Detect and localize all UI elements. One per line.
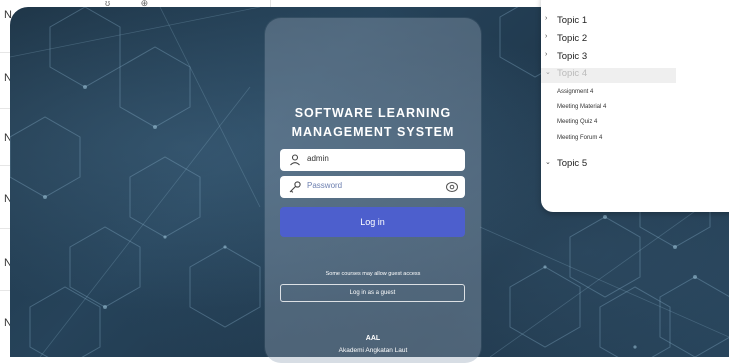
user-icon	[290, 154, 300, 166]
site-title-line1: SOFTWARE LEARNING	[294, 106, 452, 120]
login-button[interactable]: Log in	[280, 207, 465, 237]
topic-item[interactable]: › Topic 2	[541, 33, 676, 48]
site-title-line2: MANAGEMENT SYSTEM	[291, 125, 455, 139]
username-value: admin	[307, 154, 329, 163]
topic-item[interactable]: › Topic 3	[541, 51, 676, 66]
key-icon	[289, 181, 301, 193]
topic-subitem[interactable]: Meeting Material 4	[557, 104, 606, 110]
login-card: SOFTWARE LEARNING MANAGEMENT SYSTEM admi…	[265, 18, 481, 363]
site-title: SOFTWARE LEARNING MANAGEMENT SYSTEM	[265, 104, 481, 142]
chevron-right-icon: ›	[545, 15, 548, 22]
chevron-right-icon: ›	[545, 51, 548, 58]
topic-item[interactable]: ⌄ Topic 5	[541, 158, 676, 173]
topic-label: Topic 1	[557, 15, 588, 26]
password-placeholder: Password	[307, 181, 343, 190]
organization-name: Akademi Angkatan Laut	[338, 347, 408, 354]
topic-item[interactable]: › Topic 1	[541, 15, 676, 30]
guest-login-button[interactable]: Log in as a guest	[280, 284, 465, 302]
chevron-down-icon: ⌄	[545, 159, 551, 166]
chevron-down-icon: ⌄	[545, 69, 551, 76]
username-field[interactable]: admin	[280, 149, 465, 171]
eye-icon[interactable]	[445, 180, 459, 194]
topics-panel: › Topic 1 › Topic 2 › Topic 3 ⌄ Topic 4 …	[541, 0, 729, 212]
password-field[interactable]: Password	[280, 176, 465, 198]
topic-item-active[interactable]: ⌄ Topic 4	[541, 68, 676, 83]
topic-label: Topic 4	[557, 68, 588, 79]
topic-label: Topic 2	[557, 33, 588, 44]
topic-subitem[interactable]: Assignment 4	[557, 89, 593, 95]
guest-access-note: Some courses may allow guest access	[325, 271, 421, 277]
organization-code: AAL	[365, 335, 381, 342]
chevron-right-icon: ›	[545, 33, 548, 40]
topic-subitem[interactable]: Meeting Quiz 4	[557, 119, 597, 125]
topic-label: Topic 5	[557, 158, 588, 169]
topic-label: Topic 3	[557, 51, 588, 62]
topic-subitem[interactable]: Meeting Forum 4	[557, 135, 602, 141]
